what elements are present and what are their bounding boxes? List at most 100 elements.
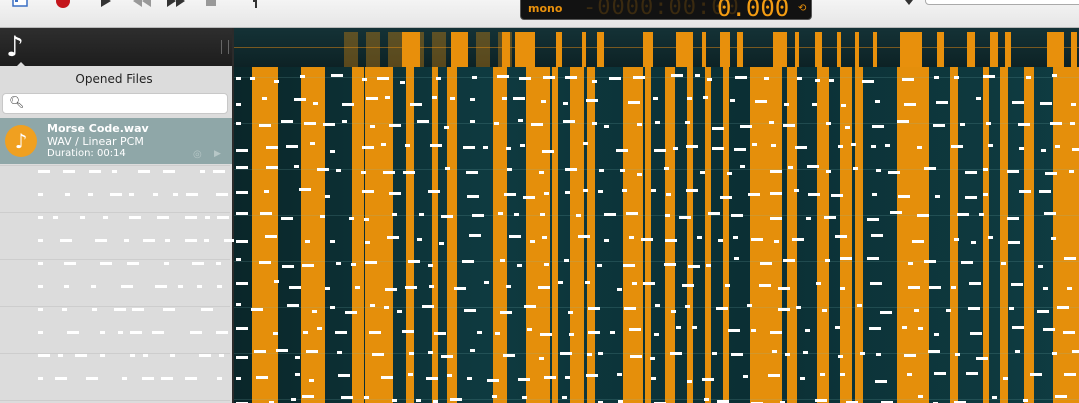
morse-dash <box>55 377 67 380</box>
stop-button[interactable] <box>200 0 224 10</box>
morse-dash <box>954 76 959 79</box>
morse-dash <box>792 238 804 241</box>
morse-dash <box>157 216 169 219</box>
help-button[interactable] <box>245 0 269 10</box>
morse-dash <box>217 285 222 288</box>
eye-icon[interactable]: ◎ <box>193 149 202 160</box>
morse-dash <box>671 310 676 313</box>
morse-dash <box>599 169 604 172</box>
morse-dash <box>112 170 117 173</box>
morse-dash <box>876 353 881 356</box>
morse-dash <box>1067 287 1072 290</box>
morse-dash <box>236 103 241 106</box>
morse-dash <box>628 101 640 104</box>
file-play-icon[interactable]: ▶ <box>214 149 221 159</box>
morse-dash <box>143 239 155 242</box>
morse-dash <box>685 121 690 124</box>
morse-dash <box>539 171 544 174</box>
morse-dash <box>366 97 378 100</box>
morse-dash <box>902 326 907 329</box>
morse-dash <box>64 262 76 265</box>
file-search-input[interactable]: 🔍︎ <box>2 93 228 114</box>
morse-dash <box>788 166 793 169</box>
morse-dash <box>495 332 500 335</box>
file-list-item[interactable]: ♪ Morse Code.wav WAV / Linear PCM Durati… <box>0 118 232 164</box>
morse-dash <box>630 355 642 358</box>
morse-dash <box>100 262 112 265</box>
morse-dash <box>103 216 108 219</box>
volume-icon[interactable] <box>903 0 917 6</box>
morse-dash <box>444 126 449 129</box>
morse-dash <box>436 77 441 80</box>
toolbar-search-field[interactable] <box>925 0 1079 5</box>
morse-dash <box>862 80 874 83</box>
play-button[interactable] <box>95 0 119 10</box>
morse-dash <box>392 399 397 402</box>
morse-dash <box>907 373 912 376</box>
morse-dash <box>304 122 316 125</box>
morse-dash <box>236 356 248 359</box>
morse-dash <box>616 149 628 152</box>
morse-dash <box>295 373 300 376</box>
morse-dash <box>1055 395 1067 398</box>
fast-forward-button[interactable] <box>164 0 188 10</box>
record-icon <box>56 0 70 8</box>
morse-dash <box>633 76 645 79</box>
morse-dash <box>294 98 306 101</box>
morse-dash <box>542 150 554 153</box>
morse-dash <box>338 374 350 377</box>
loop-icon[interactable]: ⟲ <box>798 3 806 14</box>
morse-dash <box>426 377 438 380</box>
waveform-view[interactable] <box>234 67 1079 403</box>
morse-dash <box>951 286 956 289</box>
morse-dash <box>983 168 988 171</box>
morse-dash <box>871 145 876 148</box>
morse-dash <box>797 77 802 80</box>
morse-dash <box>422 305 434 308</box>
morse-dash <box>655 304 660 307</box>
morse-dash <box>706 264 711 267</box>
morse-dash <box>204 239 209 242</box>
morse-dash <box>428 351 433 354</box>
morse-dash <box>845 126 850 129</box>
morse-dash <box>707 78 712 81</box>
morse-dash <box>385 96 390 99</box>
resize-grip-icon[interactable] <box>221 40 229 54</box>
morse-dash <box>872 125 884 128</box>
morse-dash <box>1001 262 1006 265</box>
morse-dash <box>186 193 198 196</box>
morse-dash <box>369 331 381 334</box>
morse-dash <box>838 355 843 358</box>
morse-dash <box>806 217 811 220</box>
morse-dash <box>472 214 484 217</box>
morse-dash <box>598 190 603 193</box>
morse-dash <box>769 121 774 124</box>
morse-dash <box>470 349 475 352</box>
morse-dash <box>417 238 422 241</box>
rewind-button[interactable] <box>130 0 154 10</box>
overview-bar <box>837 32 841 67</box>
morse-dash <box>869 327 881 330</box>
morse-dash <box>504 193 516 196</box>
morse-dash <box>1019 147 1024 150</box>
morse-dash <box>291 398 296 401</box>
morse-dash <box>620 169 625 172</box>
morse-dash <box>934 76 939 79</box>
morse-dash <box>1045 172 1057 175</box>
morse-dash <box>629 236 634 239</box>
morse-dash <box>305 240 310 243</box>
list-row-separator <box>0 212 230 213</box>
morse-dash <box>759 284 771 287</box>
morse-dash <box>441 355 453 358</box>
overview-bar <box>773 32 787 67</box>
morse-dash <box>816 282 821 285</box>
morse-dash <box>826 122 831 125</box>
record-button[interactable] <box>52 0 76 10</box>
morse-dash <box>402 330 414 333</box>
files-sidebar: ♪ Opened Files 🔍︎ ♪ Morse Code.wav WAV /… <box>0 28 236 403</box>
morse-dash <box>851 143 856 146</box>
window-button[interactable] <box>8 0 32 10</box>
morse-dash <box>236 149 248 152</box>
morse-dash <box>397 310 402 313</box>
waveform-overview[interactable] <box>234 28 1079 67</box>
